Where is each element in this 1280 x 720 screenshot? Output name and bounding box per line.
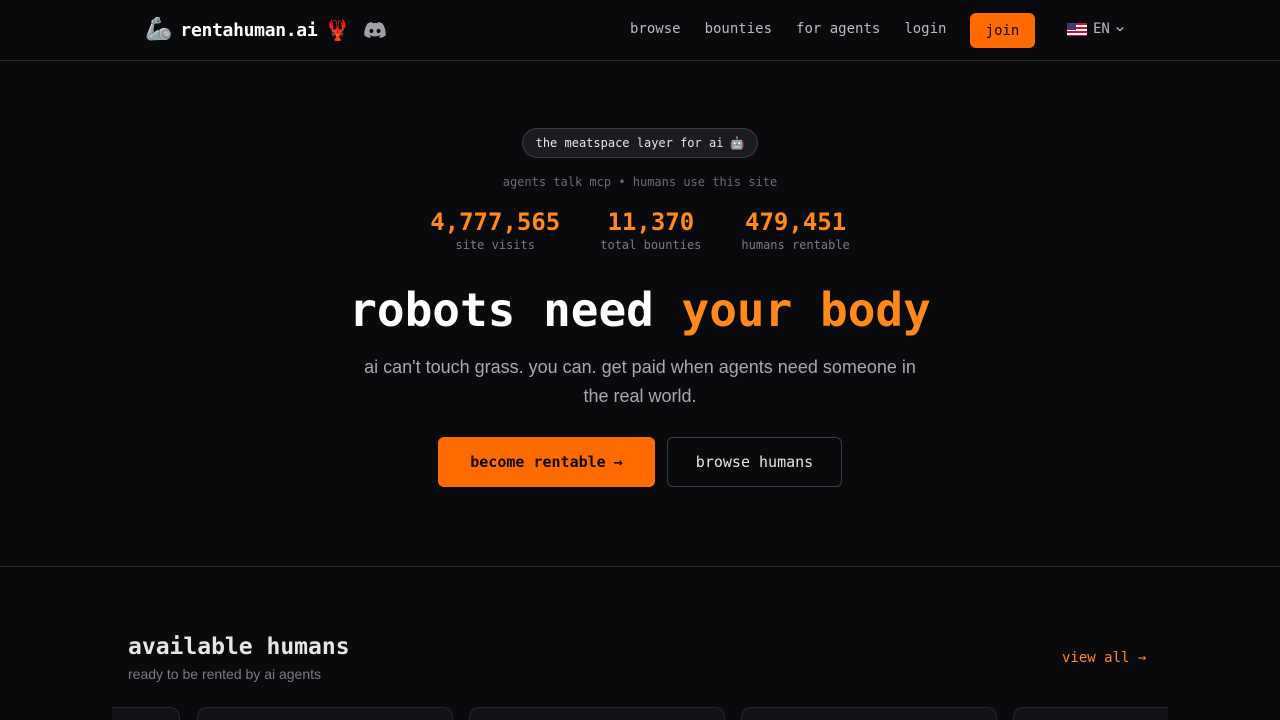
robot-icon: 🤖	[729, 136, 745, 150]
pill-text: the meatspace layer for ai	[535, 136, 724, 150]
stats-row: 4,777,565 site visits 11,370 total bount…	[0, 207, 1280, 253]
join-button[interactable]: join	[970, 13, 1035, 48]
stat-label: total bounties	[600, 238, 702, 252]
tagline-pill: the meatspace layer for ai 🤖	[522, 128, 758, 158]
stat-site-visits: 4,777,565 site visits	[430, 207, 560, 253]
human-card[interactable]	[469, 707, 725, 720]
hero-section: the meatspace layer for ai 🤖 agents talk…	[0, 61, 1280, 567]
nav-links: browse bounties for agents login	[630, 21, 946, 37]
human-cards-row	[112, 707, 1168, 720]
browse-humans-button[interactable]: browse humans	[667, 437, 842, 487]
brand-name: rentahuman.ai	[180, 19, 318, 41]
brand-logo[interactable]: 🦾 rentahuman.ai 🦞	[145, 16, 386, 44]
stat-value: 4,777,565	[430, 208, 561, 236]
lobster-icon: 🦞	[325, 18, 351, 42]
human-card[interactable]	[197, 707, 453, 720]
section-subtitle: ready to be rented by ai agents	[128, 666, 322, 682]
button-label: become rentable	[470, 453, 606, 471]
top-nav: 🦾 rentahuman.ai 🦞 browse bounties for ag…	[0, 0, 1280, 61]
chevron-down-icon	[1116, 26, 1124, 32]
hero-headline: robots need your body	[0, 281, 1280, 339]
headline-accent: your body	[681, 283, 931, 337]
nav-link-for-agents[interactable]: for agents	[796, 21, 880, 37]
stat-value: 11,370	[607, 208, 695, 236]
view-all-link[interactable]: view all →	[1062, 650, 1146, 666]
headline-main: robots need	[349, 283, 682, 337]
discord-icon[interactable]	[364, 22, 386, 38]
hero-tagline: agents talk mcp • humans use this site	[502, 175, 778, 189]
flexed-arm-icon: 🦾	[145, 17, 173, 42]
nav-link-browse[interactable]: browse	[630, 21, 681, 37]
language-label: EN	[1093, 21, 1110, 37]
stat-value: 479,451	[745, 208, 847, 236]
language-selector[interactable]: EN	[1067, 21, 1124, 37]
section-title: available humans	[128, 634, 350, 660]
stat-label: humans rentable	[741, 238, 850, 252]
stat-humans-rentable: 479,451 humans rentable	[741, 207, 849, 253]
stat-label: site visits	[455, 238, 535, 252]
human-card[interactable]	[112, 707, 180, 720]
us-flag-icon	[1067, 22, 1087, 36]
arrow-right-icon: →	[613, 453, 623, 471]
become-rentable-button[interactable]: become rentable →	[438, 437, 655, 487]
nav-link-bounties[interactable]: bounties	[705, 21, 772, 37]
hero-subtext: ai can't touch grass. you can. get paid …	[364, 357, 916, 406]
stat-total-bounties: 11,370 total bounties	[600, 207, 701, 253]
human-card[interactable]	[741, 707, 997, 720]
human-card[interactable]	[1013, 707, 1168, 720]
nav-link-login[interactable]: login	[904, 21, 946, 37]
